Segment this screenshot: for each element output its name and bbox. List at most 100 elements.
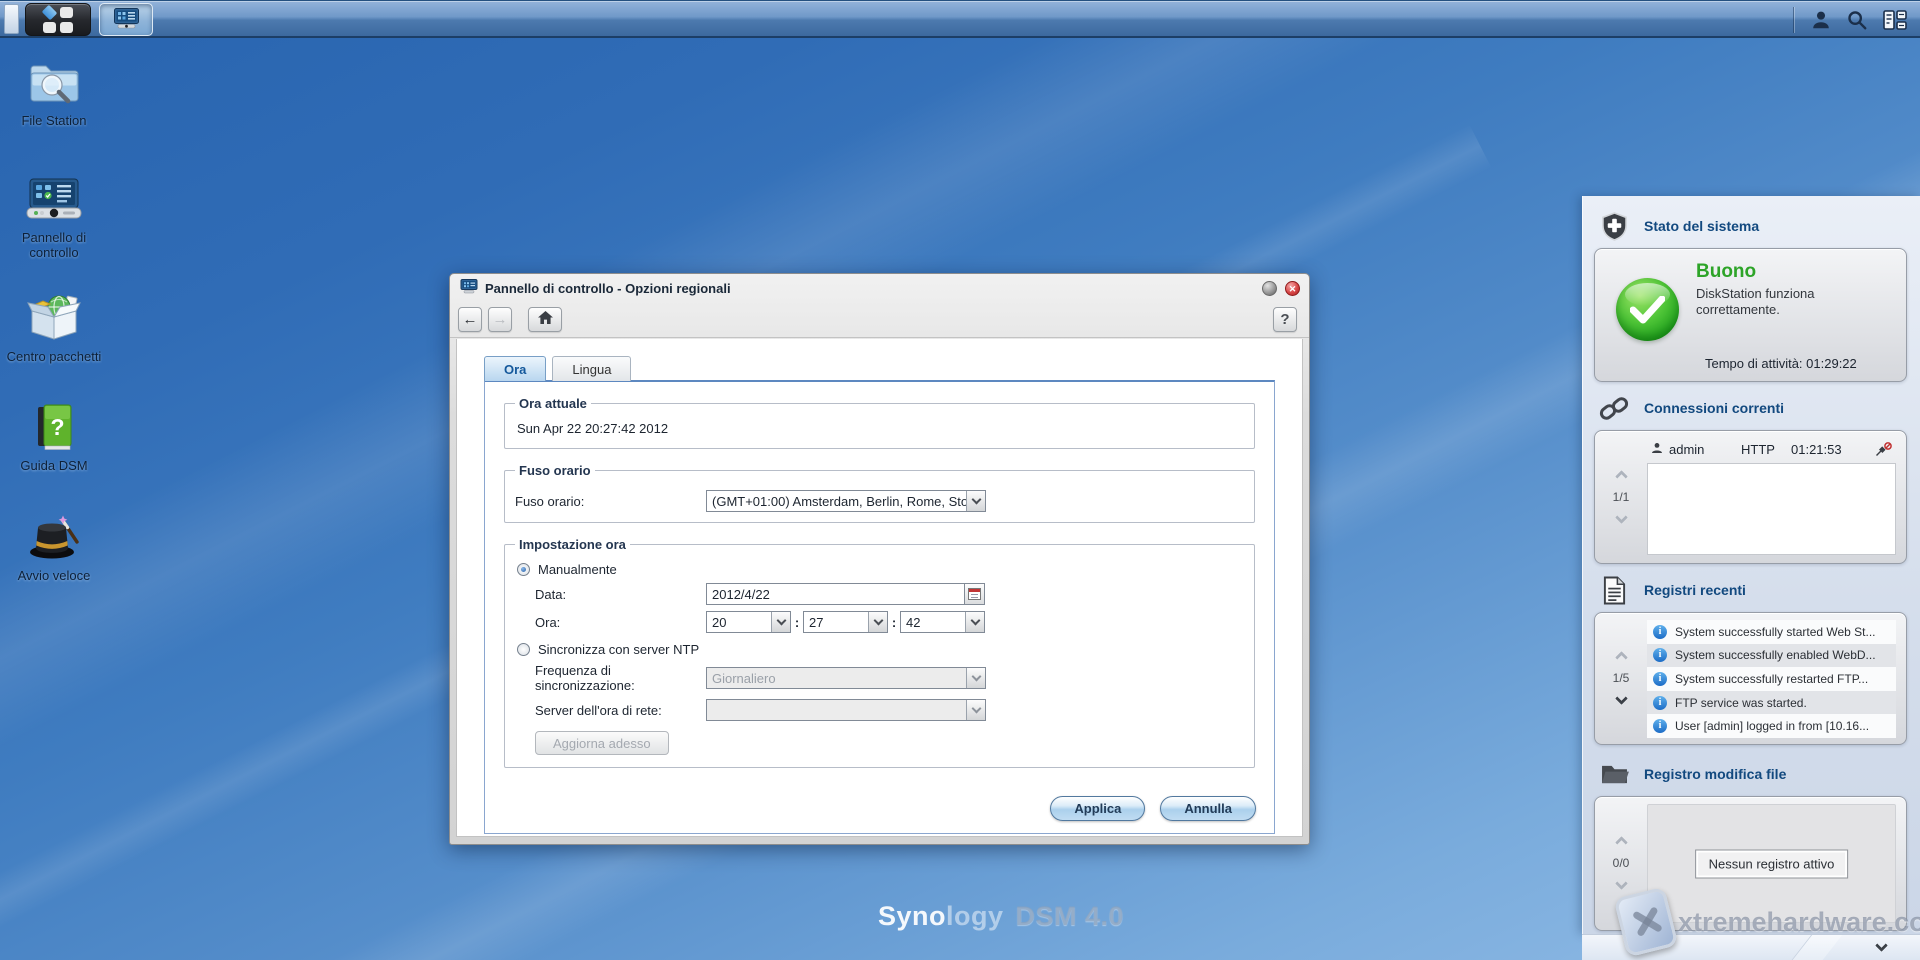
log-row: System successfully started Web St... — [1647, 620, 1896, 644]
minute-select[interactable]: 27 — [803, 611, 888, 633]
quick-start-icon — [27, 514, 81, 563]
chevron-down-icon[interactable] — [966, 491, 985, 511]
window-title-bar[interactable]: Pannello di controllo - Opzioni regional… — [450, 274, 1309, 302]
shield-icon — [1598, 212, 1630, 241]
xtremehardware-watermark: xtremehardware.com — [1678, 907, 1920, 938]
current-time-section: Ora attuale Sun Apr 22 20:27:42 2012 — [504, 396, 1255, 449]
current-time-value: Sun Apr 22 20:27:42 2012 — [515, 417, 1244, 438]
main-menu-button[interactable] — [25, 3, 91, 36]
date-input[interactable] — [706, 583, 965, 605]
dsm-help-icon: ? — [33, 404, 75, 453]
back-button[interactable]: ← — [458, 307, 482, 332]
ntp-server-select — [706, 699, 986, 721]
dsm-version: DSM 4.0 — [1016, 901, 1125, 931]
ntp-radio[interactable] — [517, 643, 530, 656]
synology-dsm-watermark: SynologyDSM 4.0 — [878, 901, 1124, 932]
desktop: File Station Pannello di controllo — [0, 0, 1920, 960]
back-icon: ← — [463, 311, 478, 328]
control-panel-icon — [26, 178, 82, 225]
log-row: System successfully enabled WebD... — [1647, 644, 1896, 668]
info-icon — [1653, 648, 1667, 662]
folder-icon — [1598, 763, 1630, 786]
page-up-icon[interactable] — [1615, 470, 1628, 483]
time-setting-section: Impostazione ora Manualmente Data: Ora: — [504, 537, 1255, 768]
page-up-icon[interactable] — [1615, 651, 1628, 664]
control-panel-window: Pannello di controllo - Opzioni regional… — [449, 273, 1310, 845]
log-row: FTP service was started. — [1647, 691, 1896, 715]
log-list: System successfully started Web St... Sy… — [1647, 620, 1896, 736]
chevron-down-icon[interactable] — [965, 612, 984, 632]
status-value: Buono — [1696, 261, 1856, 283]
taskbar-control-panel-task[interactable] — [99, 3, 153, 36]
show-desktop-button[interactable] — [4, 4, 19, 34]
desktop-icon-label: Pannello di controllo — [6, 230, 102, 260]
timezone-select[interactable]: (GMT+01:00) Amsterdam, Berlin, Rome, Sto… — [706, 490, 986, 512]
search-icon[interactable] — [1838, 2, 1876, 38]
close-icon[interactable] — [1285, 281, 1300, 296]
page-down-icon[interactable] — [1615, 877, 1628, 890]
page-down-icon[interactable] — [1615, 692, 1628, 705]
page-up-icon[interactable] — [1615, 836, 1628, 849]
timezone-label: Fuso orario: — [515, 494, 706, 509]
info-icon — [1653, 672, 1667, 686]
disconnect-icon[interactable] — [1875, 442, 1892, 457]
manual-radio-row[interactable]: Manualmente — [517, 562, 1244, 577]
system-status-card: Buono DiskStation funziona correttamente… — [1594, 248, 1907, 382]
forward-button[interactable]: → — [488, 307, 512, 332]
status-description: DiskStation funziona correttamente. — [1696, 286, 1856, 318]
section-legend: Ora attuale — [515, 396, 591, 411]
document-icon — [1598, 576, 1630, 605]
apply-button[interactable]: Applica — [1050, 796, 1145, 821]
pilot-view-icon[interactable] — [1876, 2, 1914, 38]
chevron-down-icon[interactable] — [868, 612, 887, 632]
ntp-radio-row[interactable]: Sincronizza con server NTP — [517, 642, 1244, 657]
widgets-sidebar: Stato del sistema Buono DiskStation funz… — [1582, 196, 1920, 934]
desktop-icon-quick-start[interactable]: Avvio veloce — [6, 514, 102, 583]
frequency-label: Frequenza di sincronizzazione: — [535, 663, 706, 693]
manual-radio-label: Manualmente — [538, 562, 617, 577]
desktop-icon-package-center[interactable]: Centro pacchetti — [6, 294, 102, 364]
window-title: Pannello di controllo - Opzioni regional… — [485, 281, 731, 296]
user-icon[interactable] — [1802, 2, 1840, 38]
taskbar — [0, 0, 1920, 38]
dialog-actions: Applica Annulla — [1050, 796, 1256, 821]
desktop-icon-dsm-help[interactable]: ? Guida DSM — [6, 404, 102, 473]
connection-user: admin — [1669, 442, 1735, 457]
desktop-icon-control-panel[interactable]: Pannello di controllo — [6, 178, 102, 260]
info-icon — [1653, 625, 1667, 639]
desktop-icon-file-station[interactable]: File Station — [6, 60, 102, 128]
tab-ora[interactable]: Ora — [484, 356, 546, 381]
second-select[interactable]: 42 — [900, 611, 985, 633]
cancel-button[interactable]: Annulla — [1160, 796, 1256, 821]
ntp-radio-label: Sincronizza con server NTP — [538, 642, 699, 657]
update-now-button: Aggiorna adesso — [535, 731, 669, 755]
recent-logs-card: 1/5 System successfully started Web St..… — [1594, 612, 1907, 745]
desktop-icon-label: File Station — [21, 113, 86, 128]
help-button[interactable]: ? — [1273, 307, 1297, 332]
connection-row[interactable]: admin HTTP 01:21:53 — [1647, 438, 1896, 461]
time-label: Ora: — [535, 615, 706, 630]
log-row: System successfully restarted FTP... — [1647, 667, 1896, 691]
tab-lingua[interactable]: Lingua — [552, 356, 631, 381]
home-button[interactable] — [528, 307, 562, 332]
date-label: Data: — [535, 587, 706, 602]
connections-list — [1647, 463, 1896, 555]
hour-select[interactable]: 20 — [706, 611, 791, 633]
manual-radio[interactable] — [517, 563, 530, 576]
uptime-text: Tempo di attività: 01:29:22 — [1705, 356, 1857, 371]
minimize-button[interactable] — [1262, 281, 1277, 296]
calendar-icon[interactable] — [964, 583, 985, 605]
taskbar-separator — [1793, 7, 1794, 33]
chevron-down-icon — [966, 668, 985, 688]
log-row: User [admin] logged in from [10.16... — [1647, 714, 1896, 738]
link-icon — [1598, 395, 1630, 422]
chevron-down-icon[interactable] — [1875, 939, 1888, 952]
empty-log-message: Nessun registro attivo — [1695, 849, 1849, 878]
chevron-down-icon[interactable] — [771, 612, 790, 632]
package-center-icon — [27, 294, 81, 344]
desktop-icon-label: Guida DSM — [20, 458, 87, 473]
page-down-icon[interactable] — [1615, 511, 1628, 524]
connection-protocol: HTTP — [1741, 442, 1785, 457]
file-station-icon — [27, 60, 81, 108]
section-legend: Impostazione ora — [515, 537, 630, 552]
